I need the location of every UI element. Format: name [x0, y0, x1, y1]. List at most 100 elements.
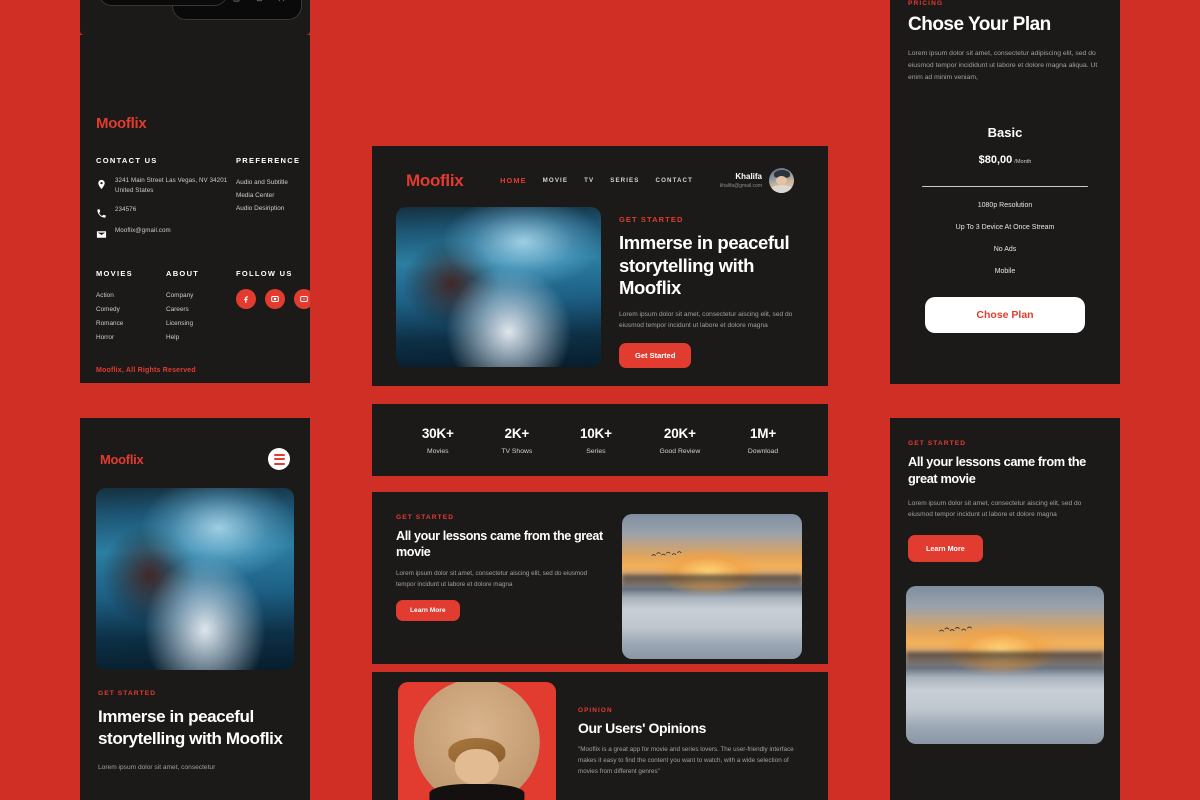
- stats-row: 30K+ Movies 2K+ TV Shows 10K+ Series 20K…: [372, 404, 828, 476]
- stat-label: Movies: [426, 447, 449, 455]
- plan-price-amount: $80,00: [978, 153, 1013, 166]
- user-email: khalifa@gmail.com: [719, 183, 762, 189]
- user-profile[interactable]: Khalifa khalifa@gmail.com: [720, 168, 794, 193]
- opinions-panel: OPINION Our Users' Opinions "Mooflix is …: [372, 672, 828, 800]
- hero-image: [396, 207, 601, 367]
- stat-label: Good Review: [659, 447, 701, 455]
- footer-contact-column: CONTACT US 3241 Main Street Las Vegas, N…: [96, 156, 236, 247]
- navbar-brand[interactable]: Mooflix: [406, 171, 464, 191]
- plan-price-period: /Month: [1014, 158, 1032, 165]
- mobile-hero-image: [96, 488, 294, 670]
- footer-about-link[interactable]: Help: [166, 331, 236, 345]
- plan-price: $80,00/Month: [908, 150, 1102, 168]
- footer-copyright: Mooflix, All Rights Reserved: [96, 366, 196, 374]
- portrait-person: [429, 738, 525, 800]
- footer-email-row[interactable]: Mooflix@gmail.com: [96, 226, 236, 239]
- mobile-paragraph: Lorem ipsum dolor sit amet, consectetur: [98, 764, 216, 772]
- portrait-shirt: [429, 783, 525, 800]
- calendar-icon[interactable]: [233, 0, 240, 2]
- footer-brand: Mooflix: [96, 115, 147, 132]
- lessons-title: All your lessons came from the great mov…: [396, 529, 603, 560]
- plan-feature: No Ads: [993, 246, 1017, 254]
- user-name: Khalifa: [735, 172, 762, 181]
- mobile-navbar: Mooflix: [80, 418, 310, 470]
- stat-value: 30K+: [421, 425, 454, 441]
- birds-decor: [651, 551, 682, 556]
- footer-about-link[interactable]: Company: [166, 289, 236, 303]
- avatar[interactable]: [769, 168, 794, 193]
- footer-panel: Mooflix CONTACT US 3241 Main Street Las …: [80, 35, 310, 383]
- hamburger-menu-icon[interactable]: [268, 448, 290, 470]
- phone-icon: [96, 206, 107, 219]
- stat-label: Series: [586, 447, 606, 455]
- opinions-quote: "Mooflix is a great app for movie and se…: [578, 746, 794, 776]
- stat-tv-shows: 2K+ TV Shows: [501, 426, 532, 455]
- stat-series: 10K+ Series: [580, 426, 612, 455]
- footer-about-link[interactable]: Licensing: [166, 317, 236, 331]
- chose-plan-button[interactable]: Chose Plan: [925, 297, 1085, 334]
- lessons-right-title: All your lessons came from the great mov…: [908, 454, 1086, 486]
- stat-value: 2K+: [504, 425, 530, 441]
- hero-panel: Mooflix HOME MOVIE TV SERIES CONTACT Kha…: [372, 146, 828, 386]
- bookmark-icon[interactable]: [256, 0, 263, 2]
- nav-link-movie[interactable]: MOVIE: [543, 177, 568, 184]
- footer-about-link[interactable]: Careers: [166, 303, 236, 317]
- lessons-right-image: [906, 585, 1104, 744]
- hamburger-bar: [273, 453, 285, 456]
- stat-good-review: 20K+ Good Review: [659, 426, 700, 455]
- pricing-paragraph: Lorem ipsum dolor sit amet, consectetur …: [908, 50, 1098, 82]
- plan-feature: Up To 3 Device At Once Stream: [955, 224, 1055, 232]
- footer-email-text: Mooflix@gmail.com: [115, 227, 171, 235]
- profile-icon[interactable]: [278, 0, 285, 2]
- footer-preference-item[interactable]: Audio and Subtitle: [236, 176, 300, 189]
- phone-mockup-front: Fastest Car 1h53 I'm Firefly: [98, 0, 228, 6]
- lessons-copy: GET STARTED All your lessons came from t…: [396, 514, 604, 659]
- footer-movies-link[interactable]: Action: [96, 289, 166, 303]
- stat-movies: 30K+ Movies: [422, 426, 454, 455]
- plan-feature: 1080p Resolution: [977, 202, 1033, 210]
- mobile-brand[interactable]: Mooflix: [100, 452, 144, 467]
- pricing-title: Chose Your Plan: [908, 14, 1051, 35]
- learn-more-button-right[interactable]: Learn More: [908, 534, 983, 562]
- footer-columns-bottom: MOVIES Action Comedy Romance Horror ABOU…: [96, 269, 310, 345]
- envelope-icon: [96, 227, 107, 239]
- footer-preference-item[interactable]: Audio Desiription: [236, 202, 300, 215]
- stat-value: 20K+: [663, 425, 696, 441]
- footer-preference-item[interactable]: Media Center: [236, 189, 300, 202]
- footer-columns-top: CONTACT US 3241 Main Street Las Vegas, N…: [96, 156, 299, 247]
- hero-copy: GET STARTED Immerse in peaceful storytel…: [619, 207, 794, 368]
- mobile-eyebrow: GET STARTED: [98, 690, 157, 697]
- learn-more-button[interactable]: Learn More: [396, 600, 460, 622]
- get-started-button[interactable]: Get Started: [619, 342, 692, 368]
- nav-link-series[interactable]: SERIES: [610, 177, 639, 184]
- footer-phone-text: 234576: [115, 206, 137, 214]
- lessons-row: GET STARTED All your lessons came from t…: [372, 492, 828, 659]
- footer-movies-link[interactable]: Comedy: [96, 303, 166, 317]
- nav-link-contact[interactable]: CONTACT: [656, 177, 694, 184]
- footer-phone-row[interactable]: 234576: [96, 205, 236, 219]
- youtube-icon[interactable]: [294, 289, 310, 310]
- lessons-right-panel: GET STARTED All your lessons came from t…: [890, 418, 1120, 800]
- opinions-title: Our Users' Opinions: [578, 720, 706, 736]
- instagram-icon[interactable]: [265, 289, 285, 310]
- footer-follow-column: FOLLOW US: [236, 269, 310, 344]
- footer-movies-link[interactable]: Horror: [96, 331, 166, 345]
- nav-link-home[interactable]: HOME: [500, 176, 527, 185]
- main-navbar: Mooflix HOME MOVIE TV SERIES CONTACT Kha…: [372, 146, 828, 193]
- lessons-image: [622, 514, 802, 659]
- footer-about-title: ABOUT: [166, 269, 200, 279]
- footer-movies-link[interactable]: Romance: [96, 317, 166, 331]
- footer-movies-title: MOVIES: [96, 269, 133, 279]
- opinions-copy: OPINION Our Users' Opinions "Mooflix is …: [578, 682, 806, 800]
- phone-mockups-panel: Fastest Car 1h53 I'm Firefly Fastest Car…: [80, 0, 310, 35]
- facebook-icon[interactable]: [236, 289, 256, 310]
- lessons-eyebrow: GET STARTED: [396, 514, 455, 521]
- opinions-row: OPINION Our Users' Opinions "Mooflix is …: [372, 672, 828, 800]
- footer-contact-title: CONTACT US: [96, 156, 158, 165]
- nav-link-tv[interactable]: TV: [584, 177, 594, 184]
- hero-eyebrow: GET STARTED: [619, 215, 684, 224]
- hamburger-bar: [273, 462, 285, 465]
- stat-label: Download: [747, 447, 779, 455]
- portrait-face: [455, 749, 499, 785]
- user-meta: Khalifa khalifa@gmail.com: [720, 172, 762, 189]
